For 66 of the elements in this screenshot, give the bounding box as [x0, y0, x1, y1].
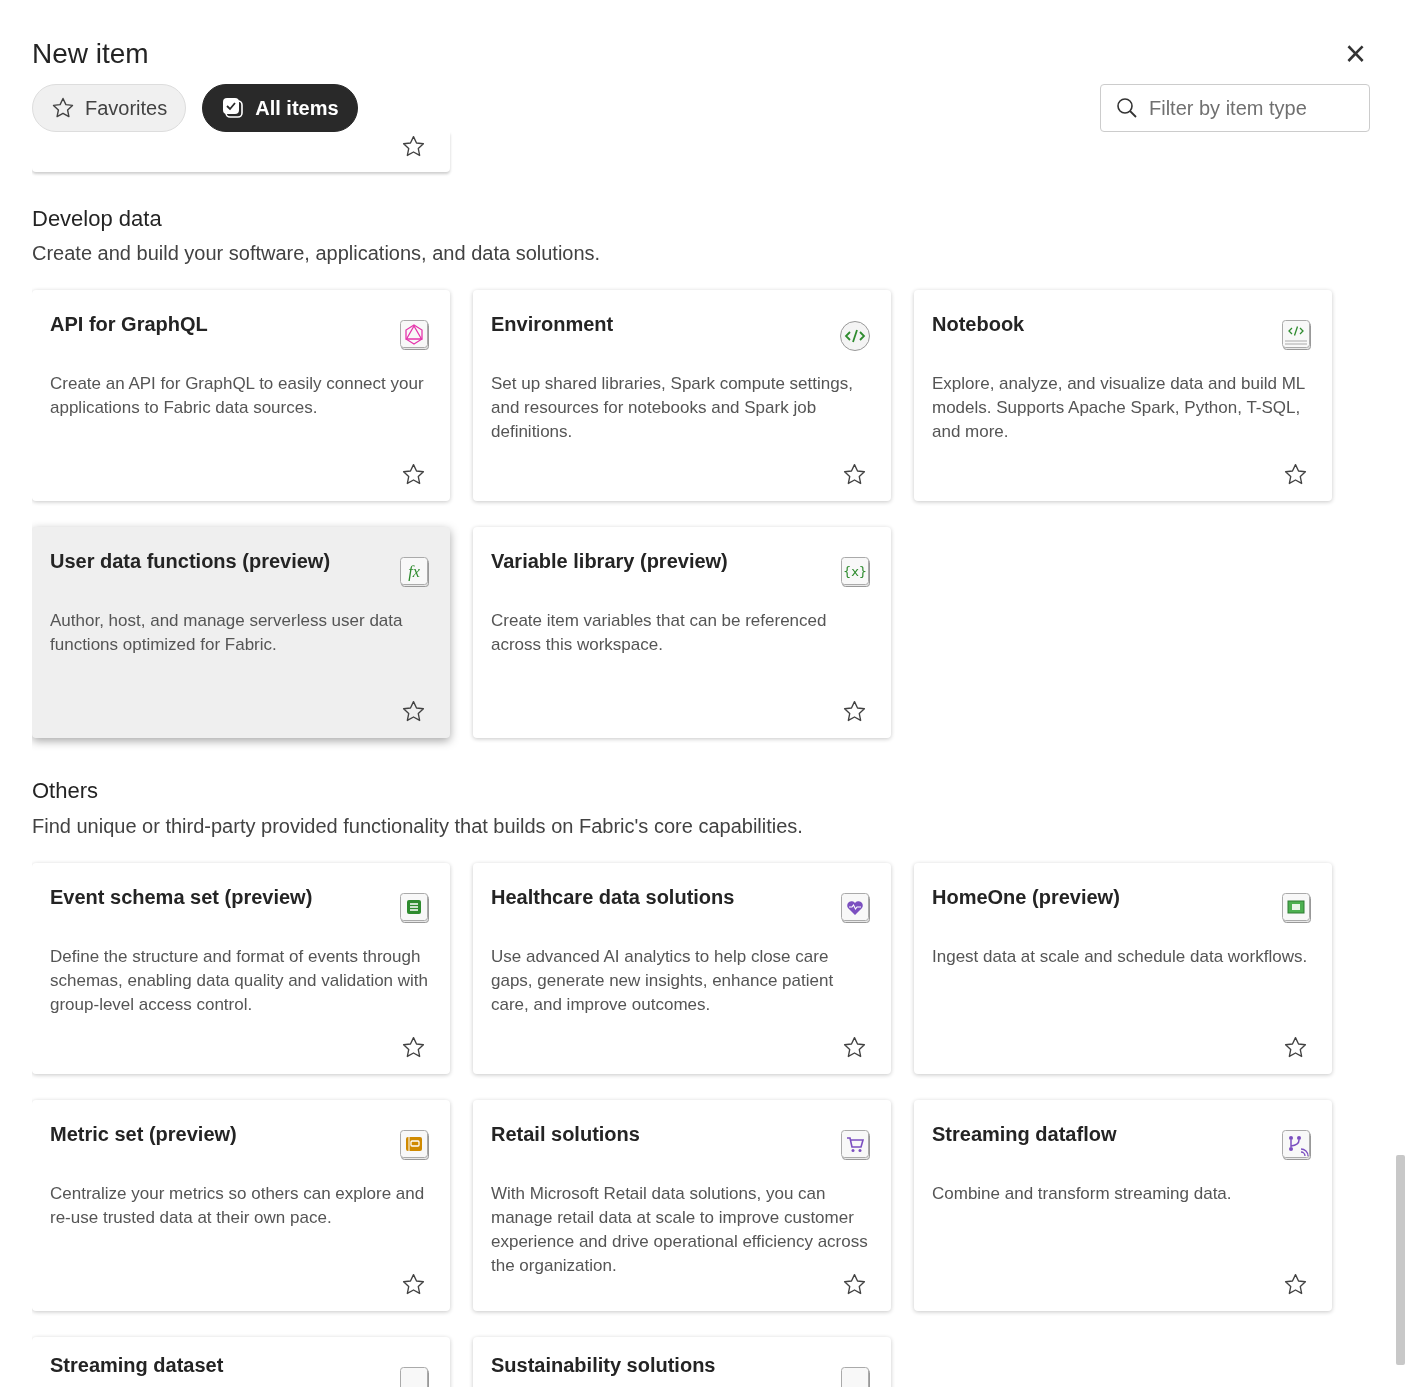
- card-description: Combine and transform streaming data.: [932, 1182, 1233, 1205]
- card-description: Create an API for GraphQL to easily connect your applications to Fabric data sources.: [50, 373, 425, 420]
- dialog-title: New item: [32, 37, 149, 71]
- card-description: Explore, analyze, and visualize data and build ML models. Supports Apache Spark, Python, T-SQL, and more.: [932, 373, 1306, 444]
- item-card[interactable]: Streaming dataflow Combine and transform streaming data.: [914, 1099, 1332, 1311]
- card-description: Create item variables that can be referenced across this workspace.: [491, 610, 828, 657]
- section-title: Develop data: [32, 206, 163, 233]
- code-icon: [839, 320, 871, 353]
- card-title: Healthcare data solutions: [491, 884, 736, 909]
- notebook-icon: [400, 1129, 430, 1162]
- card-title: Retail solutions: [491, 1121, 641, 1146]
- graphql-icon: [400, 320, 430, 353]
- filter-tab[interactable]: All items: [202, 84, 358, 132]
- star-icon: [51, 96, 75, 120]
- favorite-button[interactable]: [842, 1271, 867, 1297]
- close-button[interactable]: ×: [1340, 36, 1370, 72]
- section-description: Find unique or third-party provided functionality that builds on Fabric's core capabilities.: [32, 813, 804, 839]
- item-card[interactable]: HomeOne (preview) Ingest data at scale and schedule data workflows.: [914, 862, 1332, 1074]
- cart-icon: [841, 1129, 871, 1162]
- scrollbar-thumb[interactable]: [1396, 1155, 1405, 1365]
- frame-icon: [1282, 892, 1312, 925]
- card-description: Define the structure and format of events through schemas, enabling data quality and validation with group-level access control.: [50, 945, 430, 1016]
- item-card[interactable]: User data functions (preview) fx Author, host, and manage serverless user data functions optimized for Fabric.: [32, 527, 450, 739]
- card-title: Event schema set (preview): [50, 884, 314, 909]
- card-title: User data functions (preview): [50, 549, 332, 574]
- card-title: Metric set (preview): [50, 1121, 238, 1146]
- code-tile-icon: {x}: [841, 557, 871, 590]
- card-title: Environment: [491, 312, 615, 337]
- branch-icon: [1282, 1129, 1312, 1162]
- favorite-button[interactable]: [401, 1271, 426, 1297]
- section-title: Others: [32, 778, 100, 805]
- favorite-button[interactable]: [1283, 1034, 1308, 1060]
- favorite-button[interactable]: [1283, 1271, 1308, 1297]
- card-description: Author, host, and manage serverless user data functions optimized for Fabric.: [50, 610, 404, 657]
- list-icon: [400, 892, 430, 925]
- item-card[interactable]: API for GraphQL Create an API for GraphQL to easily connect your applications to Fabric data sources.: [32, 290, 450, 502]
- favorite-button[interactable]: [842, 1034, 867, 1060]
- heart-pulse-icon: [841, 892, 871, 925]
- card-description: Centralize your metrics so others can explore and re-use trusted data at their own pace.: [50, 1182, 426, 1229]
- card-title: HomeOne (preview): [932, 884, 1121, 909]
- item-card[interactable]: Environment Set up shared libraries, Spark compute settings, and resources for notebooks and Spark job definitions.: [473, 290, 891, 502]
- card-description: Set up shared libraries, Spark compute settings, and resources for notebooks and Spark job definitions.: [491, 373, 854, 444]
- item-card[interactable]: Retail solutions With Microsoft Retail data solutions, you can manage retail data at scale to improve customer experience and drive operational efficiency across the organization.: [473, 1099, 891, 1311]
- card-description: Ingest data at scale and schedule data workflows.: [932, 945, 1309, 968]
- item-card[interactable]: Sustainability solutions: [473, 1336, 891, 1387]
- card-description: Use advanced AI analytics to help close care gaps, generate new insights, enhance patient care, and improve outcomes.: [491, 945, 835, 1016]
- card-title: Notebook: [932, 312, 1026, 337]
- checkbox-stack-icon: [221, 96, 246, 120]
- card-description: With Microsoft Retail data solutions, you can manage retail data at scale to improve customer experience and drive operational efficiency across the organization.: [491, 1182, 869, 1277]
- item-card[interactable]: Event schema set (preview) Define the structure and format of events through schemas, enabling data quality and validation with group-level access control.: [32, 862, 450, 1074]
- card-title: Sustainability solutions: [491, 1352, 717, 1377]
- search-field[interactable]: Filter by item type: [1100, 84, 1370, 132]
- item-card[interactable]: Metric set (preview) Centralize your metrics so others can explore and re-use trusted data at their own pace.: [32, 1099, 450, 1311]
- item-card[interactable]: Healthcare data solutions Use advanced AI analytics to help close care gaps, generate new insights, enhance patient care, and improve outcomes.: [473, 862, 891, 1074]
- favorite-button[interactable]: [401, 1034, 426, 1060]
- card-title: Streaming dataflow: [932, 1121, 1118, 1146]
- section-description: Create and build your software, applications, and data solutions.: [32, 241, 602, 267]
- card-title: Variable library (preview): [491, 549, 729, 574]
- item-card[interactable]: Variable library (preview) {x} Create item variables that can be referenced across this workspace.: [473, 527, 891, 739]
- card-title: API for GraphQL: [50, 312, 209, 337]
- item-card[interactable]: Streaming dataset: [32, 1336, 450, 1387]
- filter-tab[interactable]: Favorites: [32, 84, 187, 132]
- card-title: Streaming dataset: [50, 1352, 225, 1377]
- notebook-icon: [1282, 320, 1312, 353]
- code-tile-icon: fx: [400, 557, 430, 590]
- item-card[interactable]: Notebook Explore, analyze, and visualize data and build ML models. Supports Apache Spark, Python, T-SQL, and more.: [914, 290, 1332, 502]
